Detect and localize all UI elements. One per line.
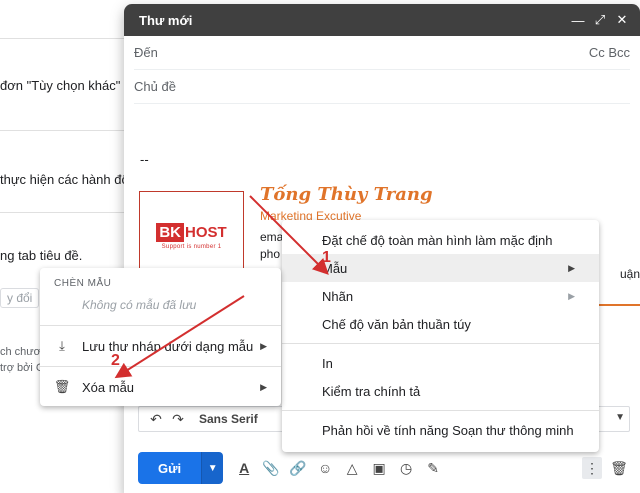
logo-tagline: Support is number 1 [161, 243, 222, 250]
menu-divider [282, 343, 599, 344]
minimize-icon[interactable]: — [570, 12, 586, 28]
menu-item-label: Lưu thư nháp dưới dạng mẫu [82, 338, 254, 354]
undo-icon[interactable]: ↶ [145, 411, 167, 428]
font-select[interactable]: Sans Serif [199, 412, 258, 426]
submenu-arrow-icon: ▶ [568, 262, 575, 273]
menu-item-plain-text[interactable]: Chế độ văn bản thuần túy [282, 310, 599, 338]
logo-text: BK [156, 222, 184, 242]
signature-separator: -- [140, 152, 149, 167]
background-document: đơn "Tùy chọn khác" tr thực hiện các hàn… [0, 0, 140, 493]
submenu-arrow-icon: ▶ [260, 340, 267, 351]
menu-item-smart-compose-feedback[interactable]: Phản hồi về tính năng Soạn thư thông min… [282, 416, 599, 444]
menu-item-spell-check[interactable]: Kiểm tra chính tả [282, 377, 599, 405]
menu-item-labels[interactable]: Nhãn ▶ [282, 282, 599, 310]
trash-icon: 🗑 [53, 379, 71, 394]
delete-template-item[interactable]: 🗑 Xóa mẫu ▶ [40, 372, 281, 402]
send-button[interactable]: Gửi [138, 452, 202, 484]
more-options-icon[interactable]: ⋮ [582, 457, 602, 479]
discard-draft-icon[interactable]: 🗑 [608, 457, 630, 479]
compose-actions: Gửi ▼ A 📎 🔗 ☺ △ ▣ ◷ ✎ ⋮ 🗑 [124, 448, 640, 488]
save-draft-as-template-item[interactable]: ⤓ Lưu thư nháp dưới dạng mẫu ▶ [40, 331, 281, 361]
attach-file-icon[interactable]: 📎 [260, 457, 282, 479]
signature-name: Tống Thùy Trang [260, 184, 433, 205]
menu-item-label: Xóa mẫu [82, 379, 135, 395]
submenu-arrow-icon: ▶ [568, 290, 575, 301]
menu-divider [282, 410, 599, 411]
more-formatting-icon[interactable]: ▼ [615, 412, 625, 423]
to-field[interactable]: Đến Cc Bcc [134, 36, 630, 70]
emoji-icon[interactable]: ☺ [314, 457, 336, 479]
signature-icon[interactable]: ✎ [422, 457, 444, 479]
divider [0, 212, 140, 213]
bg-change-button[interactable]: y đổi [0, 288, 40, 308]
fullscreen-icon[interactable]: ⤢ [592, 12, 608, 28]
schedule-send-icon[interactable]: ▼ [201, 452, 224, 484]
no-templates-text: Không có mẫu đã lưu [82, 298, 197, 312]
signature-email: ema [260, 230, 284, 244]
menu-item-label: Nhãn [322, 288, 354, 304]
subject-label: Chủ đề [134, 79, 176, 94]
menu-divider [40, 325, 281, 326]
bg-text-line: ng tab tiêu đề. [0, 248, 83, 263]
bg-text-line: thực hiện các hành độ [0, 172, 129, 187]
annotation-step-1: 1 [322, 249, 331, 266]
bg-text-line: trợ bởi G [0, 362, 45, 374]
templates-submenu: CHÈN MẪU Không có mẫu đã lưu ⤓ Lưu thư n… [40, 268, 281, 406]
download-icon: ⤓ [59, 338, 65, 353]
to-label: Đến [134, 45, 158, 60]
close-icon[interactable]: ✕ [614, 12, 630, 28]
divider [0, 38, 140, 39]
formatting-options-icon[interactable]: A [233, 457, 255, 479]
insert-photo-icon[interactable]: ▣ [368, 457, 390, 479]
subject-field[interactable]: Chủ đề [134, 70, 630, 104]
logo-text: HOST [185, 223, 227, 241]
divider [0, 130, 140, 131]
redo-icon[interactable]: ↷ [167, 411, 189, 428]
signature-text: uận, [620, 267, 640, 281]
insert-link-icon[interactable]: 🔗 [287, 457, 309, 479]
bg-text-line: đơn "Tùy chọn khác" tr [0, 78, 132, 93]
annotation-step-2: 2 [111, 352, 120, 369]
compose-title: Thư mới [139, 12, 193, 28]
menu-item-print[interactable]: In [282, 349, 599, 377]
confidential-mode-icon[interactable]: ◷ [395, 457, 417, 479]
signature-phone: pho [260, 247, 281, 261]
send-button-group: Gửi ▼ [138, 452, 224, 484]
compose-header: Thư mới — ⤢ ✕ [124, 4, 640, 36]
drive-icon[interactable]: △ [341, 457, 363, 479]
submenu-heading: CHÈN MẪU [54, 278, 112, 289]
cc-bcc-link[interactable]: Cc Bcc [589, 45, 630, 60]
submenu-arrow-icon: ▶ [260, 381, 267, 392]
menu-divider [40, 366, 281, 367]
